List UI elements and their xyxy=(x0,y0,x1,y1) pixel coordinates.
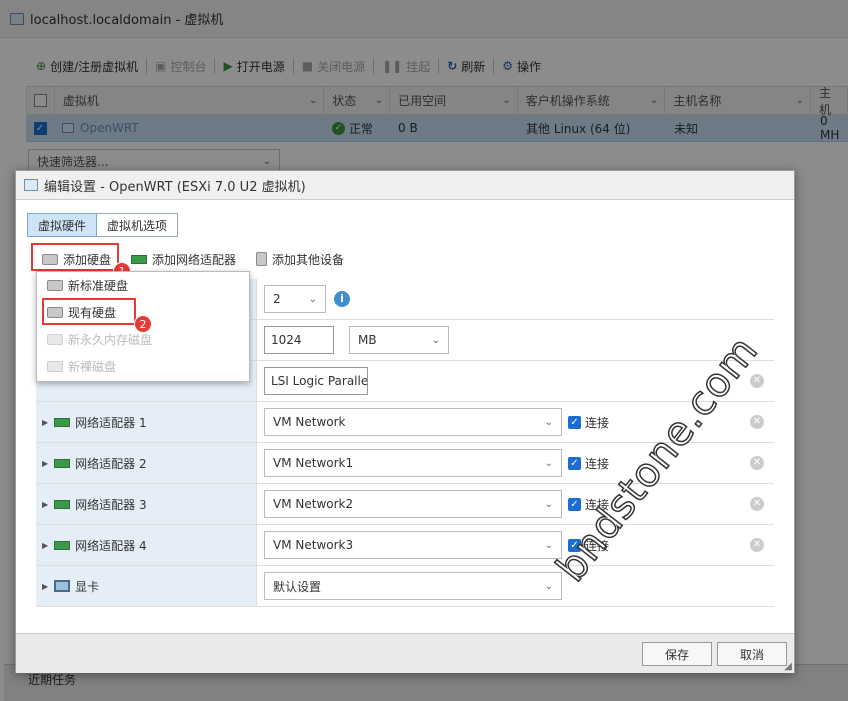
network-select-value: VM Network3 xyxy=(273,538,354,552)
remove-icon[interactable]: ✕ xyxy=(750,497,764,511)
network-select-value: VM Network xyxy=(273,415,346,429)
chevron-down-icon: ⌄ xyxy=(544,539,553,551)
info-icon[interactable]: i xyxy=(334,291,350,307)
network-select-value: VM Network1 xyxy=(273,456,354,470)
chevron-down-icon: ⌄ xyxy=(308,293,317,305)
display-label-cell[interactable]: ▶ 显卡 xyxy=(36,566,257,606)
hard-disk-icon xyxy=(47,280,63,291)
menu-item-new-raw-disk: 新裸磁盘 xyxy=(37,353,249,380)
nic-label-cell[interactable]: ▶ 网络适配器 4 xyxy=(36,525,257,565)
cpu-select[interactable]: 2 ⌄ xyxy=(264,285,326,313)
memory-unit-select[interactable]: MB ⌄ xyxy=(349,326,449,354)
nic-label: 网络适配器 1 xyxy=(75,415,147,430)
remove-icon[interactable]: ✕ xyxy=(750,374,764,388)
connect-checkbox[interactable]: ✓ xyxy=(568,456,581,470)
memory-input[interactable]: 1024 xyxy=(264,326,334,354)
nic-row-4: ▶ 网络适配器 4 VM Network3 ⌄ ✓ 连接 ✕ xyxy=(36,525,774,566)
dialog-footer: 保存 取消 ◢ xyxy=(16,633,794,673)
expand-icon: ▶ xyxy=(42,417,49,427)
network-card-icon xyxy=(131,254,148,264)
other-device-icon xyxy=(256,252,268,266)
chevron-down-icon: ⌄ xyxy=(544,457,553,469)
cpu-select-value: 2 xyxy=(273,292,281,306)
menu-item-label: 新永久内存磁盘 xyxy=(68,333,153,347)
save-button[interactable]: 保存 xyxy=(642,642,712,666)
memory-value-cell: 1024 MB ⌄ xyxy=(257,320,774,360)
chevron-down-icon: ⌄ xyxy=(431,334,440,346)
remove-icon[interactable]: ✕ xyxy=(750,456,764,470)
connect-label: 连接 xyxy=(585,415,610,430)
nic-value-cell: VM Network1 ⌄ ✓ 连接 ✕ xyxy=(257,443,774,483)
expand-icon: ▶ xyxy=(42,540,49,550)
add-nic-button[interactable]: 添加网络适配器 xyxy=(125,247,242,271)
display-select-value: 默认设置 xyxy=(273,579,322,594)
add-other-button[interactable]: 添加其他设备 xyxy=(250,247,350,271)
dialog-titlebar: 编辑设置 - OpenWRT (ESXi 7.0 U2 虚拟机) xyxy=(16,171,794,200)
chevron-down-icon: ⌄ xyxy=(544,498,553,510)
nic-label-cell[interactable]: ▶ 网络适配器 3 xyxy=(36,484,257,524)
add-other-label: 添加其他设备 xyxy=(272,252,345,267)
step-badge-2: 2 xyxy=(134,315,152,333)
dialog-title: 编辑设置 - OpenWRT (ESXi 7.0 U2 虚拟机) xyxy=(44,179,306,195)
memory-unit-value: MB xyxy=(358,333,377,347)
hard-disk-icon xyxy=(47,361,63,372)
network-card-icon xyxy=(54,499,71,509)
hard-disk-icon xyxy=(47,334,63,345)
remove-icon[interactable]: ✕ xyxy=(750,415,764,429)
display-value-cell: 默认设置 ⌄ xyxy=(257,566,774,606)
scsi-select[interactable]: LSI Logic Parallel xyxy=(264,367,368,395)
cpu-value-cell: 2 ⌄ i xyxy=(257,279,774,319)
connect-label: 连接 xyxy=(585,456,610,471)
menu-item-label: 新裸磁盘 xyxy=(68,360,117,374)
chevron-down-icon: ⌄ xyxy=(544,580,553,592)
nic-label: 网络适配器 2 xyxy=(75,456,147,471)
network-select[interactable]: VM Network1 ⌄ xyxy=(264,449,562,477)
chevron-down-icon: ⌄ xyxy=(544,416,553,428)
nic-label-cell[interactable]: ▶ 网络适配器 1 xyxy=(36,402,257,442)
nic-label-cell[interactable]: ▶ 网络适配器 2 xyxy=(36,443,257,483)
network-card-icon xyxy=(54,540,71,550)
tab-virtual-hardware[interactable]: 虚拟硬件 xyxy=(27,213,98,237)
network-select[interactable]: VM Network2 ⌄ xyxy=(264,490,562,518)
highlight-existing-disk xyxy=(42,298,136,325)
network-select[interactable]: VM Network ⌄ xyxy=(264,408,562,436)
network-select[interactable]: VM Network3 ⌄ xyxy=(264,531,562,559)
expand-icon: ▶ xyxy=(42,458,49,468)
menu-item-new-standard-disk[interactable]: 新标准硬盘 xyxy=(37,272,249,299)
nic-label: 网络适配器 3 xyxy=(75,497,147,512)
monitor-icon xyxy=(54,580,71,592)
connect-checkbox[interactable]: ✓ xyxy=(568,497,581,511)
highlight-add-hdd xyxy=(31,243,119,271)
nic-value-cell: VM Network2 ⌄ ✓ 连接 ✕ xyxy=(257,484,774,524)
network-card-icon xyxy=(54,458,71,468)
resize-grip-icon[interactable]: ◢ xyxy=(784,661,792,672)
expand-icon: ▶ xyxy=(42,581,49,591)
dialog-tabs: 虚拟硬件 虚拟机选项 xyxy=(27,213,179,237)
nic-value-cell: VM Network3 ⌄ ✓ 连接 ✕ xyxy=(257,525,774,565)
menu-item-label: 新标准硬盘 xyxy=(68,279,129,293)
display-row: ▶ 显卡 默认设置 ⌄ xyxy=(36,566,774,607)
remove-icon[interactable]: ✕ xyxy=(750,538,764,552)
cancel-button[interactable]: 取消 xyxy=(717,642,787,666)
nic-row-3: ▶ 网络适配器 3 VM Network2 ⌄ ✓ 连接 ✕ xyxy=(36,484,774,525)
network-select-value: VM Network2 xyxy=(273,497,354,511)
expand-icon: ▶ xyxy=(42,499,49,509)
connect-checkbox[interactable]: ✓ xyxy=(568,415,581,429)
tab-vm-options[interactable]: 虚拟机选项 xyxy=(97,213,179,237)
add-nic-label: 添加网络适配器 xyxy=(152,252,237,267)
vm-icon xyxy=(24,179,38,191)
nic-label: 网络适配器 4 xyxy=(75,538,147,553)
network-card-icon xyxy=(54,417,71,427)
display-label: 显卡 xyxy=(75,579,100,594)
display-select[interactable]: 默认设置 ⌄ xyxy=(264,572,562,600)
